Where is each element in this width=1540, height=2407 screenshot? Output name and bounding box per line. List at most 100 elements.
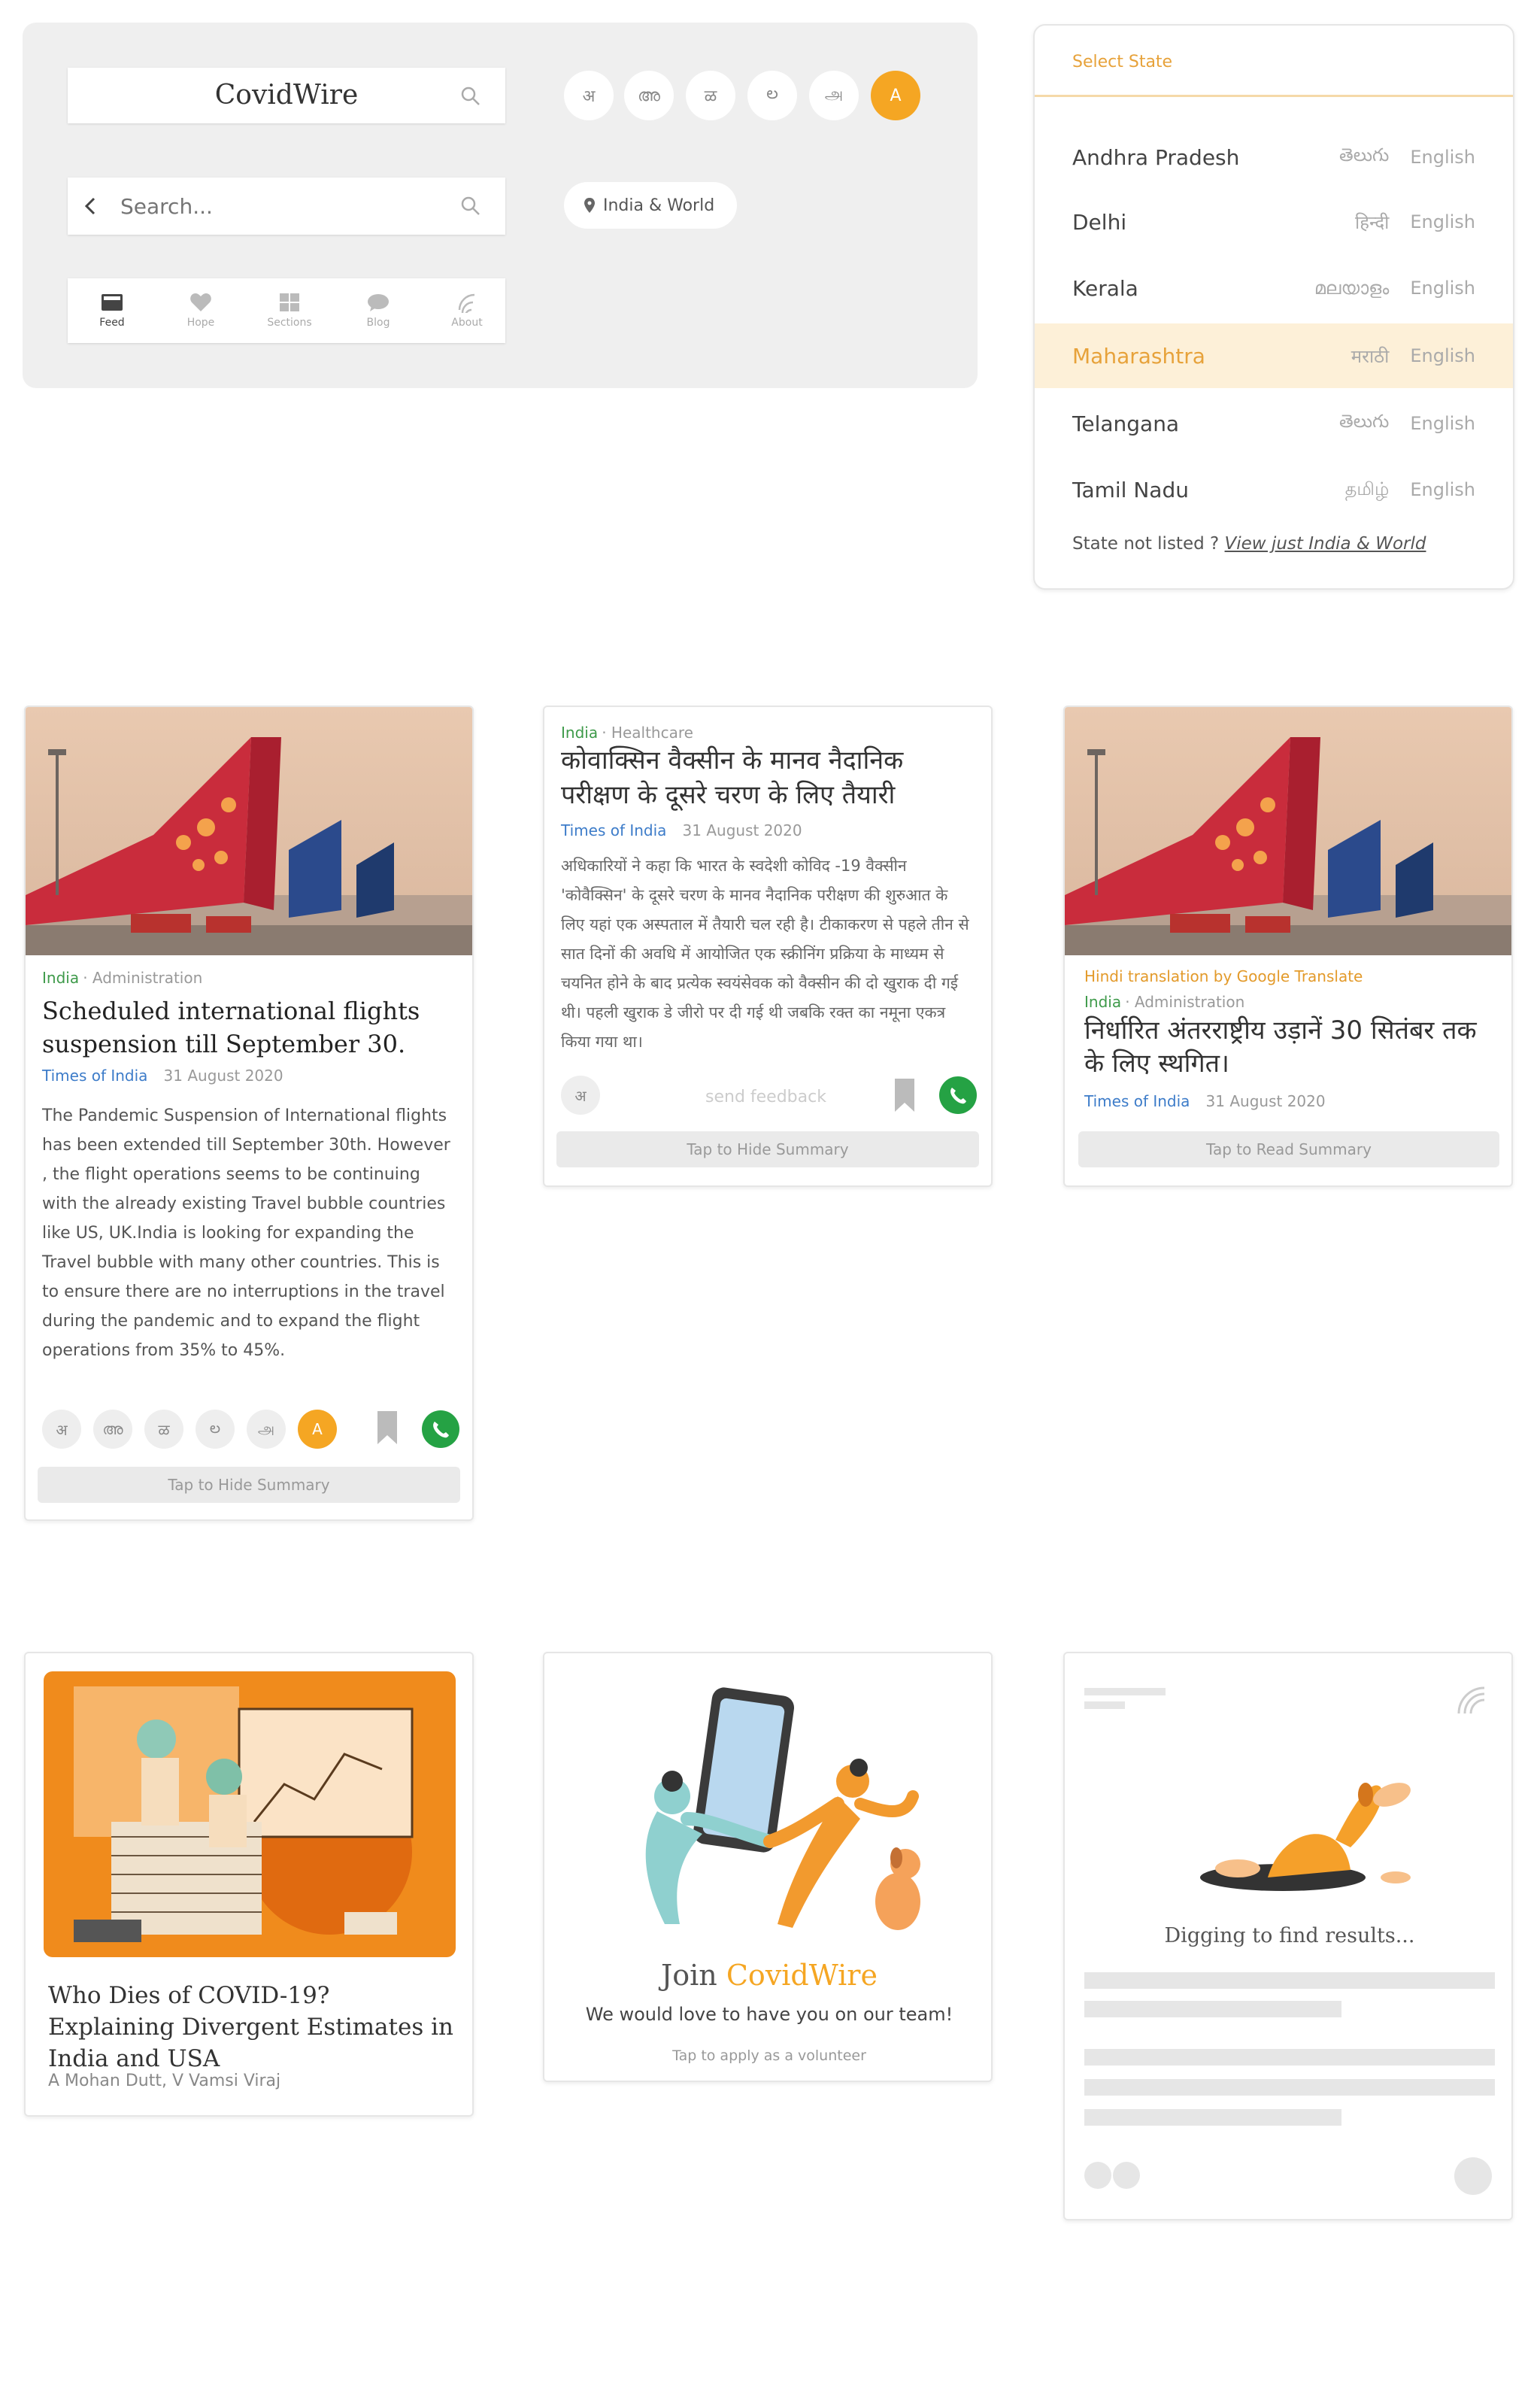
blog-card[interactable]: Who Dies of COVID-19? Explaining Diverge…: [24, 1652, 474, 2117]
news-card-flights-hindi[interactable]: Hindi translation by Google Translate In…: [1063, 706, 1513, 1187]
article-title[interactable]: निर्धारित अंतरराष्ट्रीय उड़ानें 30 सितंब…: [1084, 1014, 1490, 1080]
subcategory-label[interactable]: Healthcare: [611, 724, 693, 742]
native-language-option[interactable]: മലയാളം: [1314, 278, 1389, 299]
english-language-option[interactable]: English: [1410, 147, 1475, 168]
lang-marathi-button[interactable]: ळ: [686, 71, 735, 120]
search-bar[interactable]: [68, 178, 505, 235]
lang-telugu-button[interactable]: ల: [196, 1410, 235, 1449]
skeleton-circle: [1454, 2157, 1492, 2195]
article-source[interactable]: Times of India: [42, 1067, 147, 1085]
signal-icon: [458, 293, 475, 313]
state-row-delhi[interactable]: Delhi हिन्दी English: [1035, 190, 1513, 254]
skeleton-line: [1084, 1688, 1166, 1695]
article-date: 31 August 2020: [682, 821, 802, 839]
card-meta: India · Administration: [42, 969, 203, 987]
join-heading-text: Join: [661, 1959, 726, 1992]
state-selector-card: Select State Andhra Pradesh తెలుగు Engli…: [1033, 24, 1514, 590]
article-title[interactable]: कोवाक्सिन वैक्सीन के मानव नैदानिक परीक्ष…: [561, 743, 967, 812]
native-language-option[interactable]: தமிழ்: [1345, 478, 1390, 502]
subcategory-label[interactable]: Administration: [92, 969, 202, 987]
lang-english-button[interactable]: A: [298, 1410, 337, 1449]
english-language-option[interactable]: English: [1410, 278, 1475, 299]
lang-telugu-button[interactable]: ల: [747, 71, 797, 120]
nav-item-feed[interactable]: Feed: [68, 278, 156, 343]
whatsapp-icon[interactable]: [421, 1410, 460, 1449]
english-language-option[interactable]: English: [1410, 345, 1475, 366]
skeleton-line: [1084, 2001, 1341, 2017]
article-summary: अधिकारियों ने कहा कि भारत के स्वदेशी कोव…: [561, 857, 969, 1051]
english-language-option[interactable]: English: [1410, 479, 1475, 500]
skeleton-line: [1084, 1972, 1495, 1989]
skeleton-line: [1084, 2079, 1495, 2096]
article-source-row: Times of India 31 August 2020: [42, 1067, 283, 1085]
state-row-kerala[interactable]: Kerala മലയാളം English: [1035, 256, 1513, 320]
state-row-andhra-pradesh[interactable]: Andhra Pradesh తెలుగు English: [1035, 125, 1513, 190]
article-summary: The Pandemic Suspension of International…: [42, 1106, 450, 1360]
back-arrow-icon[interactable]: [83, 196, 98, 217]
apply-volunteer-link[interactable]: Tap to apply as a volunteer: [544, 2047, 991, 2064]
english-language-option[interactable]: English: [1410, 413, 1475, 434]
airplane-tail-image: [26, 707, 472, 955]
lang-hindi-button[interactable]: अ: [42, 1410, 81, 1449]
article-title[interactable]: Scheduled international flights suspensi…: [42, 994, 433, 1061]
category-label[interactable]: India: [42, 969, 79, 987]
brand-name: CovidWire: [726, 1959, 878, 1992]
article-date: 31 August 2020: [163, 1067, 283, 1085]
lang-malayalam-button[interactable]: അ: [93, 1410, 132, 1449]
nav-item-hope[interactable]: Hope: [156, 278, 245, 343]
hide-summary-button[interactable]: Tap to Hide Summary: [38, 1467, 460, 1503]
app-header-bar: CovidWire: [68, 68, 505, 123]
nav-item-about[interactable]: About: [423, 278, 511, 343]
location-chip[interactable]: India & World: [564, 182, 737, 229]
article-source[interactable]: Times of India: [561, 821, 666, 839]
state-row-telangana[interactable]: Telangana తెలుగు English: [1035, 391, 1513, 456]
nav-label: Sections: [267, 317, 312, 329]
state-selector-title: Select State: [1072, 53, 1173, 71]
bookmark-icon[interactable]: [893, 1077, 916, 1113]
lang-tamil-button[interactable]: அ: [247, 1410, 286, 1449]
search-input[interactable]: [120, 190, 451, 223]
category-label[interactable]: India: [1084, 993, 1121, 1011]
lang-toggle-button[interactable]: अ: [561, 1076, 600, 1115]
native-language-option[interactable]: తెలుగు: [1339, 411, 1389, 436]
english-language-option[interactable]: English: [1410, 211, 1475, 232]
read-summary-button[interactable]: Tap to Read Summary: [1078, 1131, 1499, 1167]
hide-summary-button[interactable]: Tap to Hide Summary: [556, 1131, 979, 1167]
location-chip-label: India & World: [603, 196, 715, 215]
lang-malayalam-button[interactable]: അ: [624, 71, 674, 120]
lang-english-button[interactable]: A: [871, 71, 920, 120]
news-card-covaxin[interactable]: India · Healthcare कोवाक्सिन वैक्सीन के …: [543, 706, 993, 1187]
chat-bubble-icon: [368, 294, 389, 311]
join-card[interactable]: Join CovidWire We would love to have you…: [543, 1652, 993, 2082]
news-card-flights[interactable]: India · Administration Scheduled interna…: [24, 706, 474, 1521]
native-language-option[interactable]: मराठी: [1351, 344, 1390, 369]
state-row-tamil-nadu[interactable]: Tamil Nadu தமிழ் English: [1035, 457, 1513, 522]
search-icon[interactable]: [460, 196, 481, 217]
nav-item-sections[interactable]: Sections: [245, 278, 334, 343]
nav-item-blog[interactable]: Blog: [334, 278, 423, 343]
card-meta: India · Administration: [1084, 993, 1245, 1011]
native-language-option[interactable]: हिन्दी: [1355, 210, 1389, 235]
volunteer-illustration: [645, 1687, 920, 1930]
search-icon[interactable]: [460, 86, 481, 107]
whatsapp-icon[interactable]: [938, 1076, 978, 1115]
translation-note: Hindi translation by Google Translate: [1084, 967, 1363, 985]
skeleton-circle: [1113, 2162, 1140, 2189]
nav-label: About: [451, 317, 483, 329]
subcategory-label[interactable]: Administration: [1135, 993, 1244, 1011]
lang-marathi-button[interactable]: ळ: [144, 1410, 183, 1449]
category-label[interactable]: India: [561, 724, 598, 742]
send-feedback-link[interactable]: send feedback: [705, 1088, 826, 1106]
loading-card: Digging to find results...: [1063, 1652, 1513, 2220]
state-footer-text: State not listed ?: [1072, 534, 1225, 554]
state-footer: State not listed ? View just India & Wor…: [1072, 534, 1426, 554]
article-source[interactable]: Times of India: [1084, 1092, 1190, 1110]
native-language-option[interactable]: తెలుగు: [1339, 144, 1389, 170]
bookmark-icon[interactable]: [376, 1410, 399, 1446]
loading-text: Digging to find results...: [1164, 1924, 1415, 1947]
lang-tamil-button[interactable]: அ: [809, 71, 859, 120]
state-row-maharashtra[interactable]: Maharashtra मराठी English: [1035, 323, 1513, 388]
lang-hindi-button[interactable]: अ: [564, 71, 614, 120]
blog-title[interactable]: Who Dies of COVID-19? Explaining Diverge…: [48, 1980, 454, 2075]
view-india-world-link[interactable]: View just India & World: [1225, 534, 1426, 554]
